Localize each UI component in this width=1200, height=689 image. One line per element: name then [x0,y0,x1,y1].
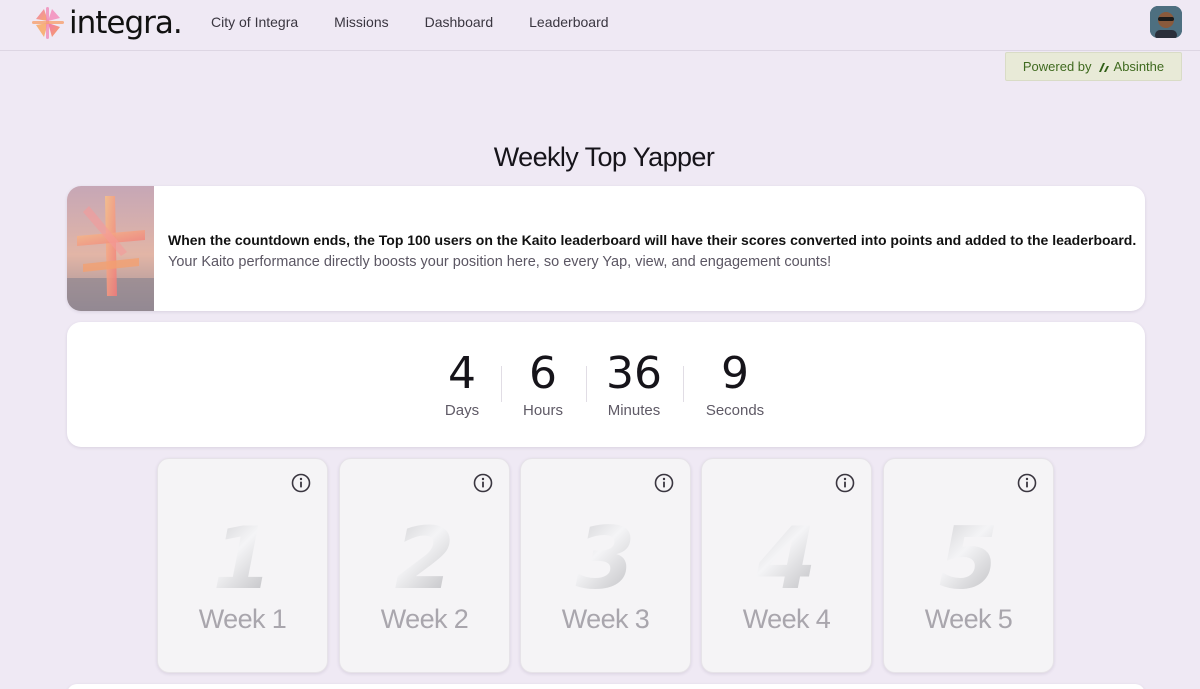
week-card-3[interactable]: 3 Week 3 [520,458,691,673]
page-title: Weekly Top Yapper [493,142,715,172]
info-icon[interactable] [1017,473,1037,493]
week-card-1[interactable]: 1 Week 1 [157,458,328,673]
week-number: 2 [340,509,509,609]
info-banner: When the countdown ends, the Top 100 use… [67,186,1145,311]
logo[interactable]: integra. [30,3,183,43]
absinthe-logo-icon [1098,62,1109,72]
nav-link-missions[interactable]: Missions [334,14,388,30]
banner-image [67,186,154,311]
countdown-days: 4 Days [437,348,487,419]
countdown-hours-value: 6 [529,348,557,399]
top-nav: integra. City of Integra Missions Dashbo… [0,0,1200,51]
week-label: Week 3 [561,604,650,634]
week-label: Week 4 [742,604,831,634]
next-section-card [67,684,1145,689]
powered-brand-label: Absinthe [1113,59,1165,74]
countdown-seconds: 9 Seconds [695,348,775,419]
week-number: 4 [702,509,871,609]
logo-text: integra. [69,5,183,41]
countdown-minutes-value: 36 [606,348,662,399]
countdown-days-label: Days [444,402,480,419]
powered-brand: Absinthe [1097,59,1165,74]
nav-link-leaderboard[interactable]: Leaderboard [529,14,608,30]
nav-link-city[interactable]: City of Integra [211,14,298,30]
week-card-2[interactable]: 2 Week 2 [339,458,510,673]
week-label: Week 5 [924,604,1013,634]
countdown-seconds-value: 9 [721,348,749,399]
nav-link-dashboard[interactable]: Dashboard [425,14,494,30]
countdown-hours-label: Hours [522,402,563,419]
banner-line2: Your Kaito performance directly boosts y… [168,254,832,270]
countdown-hours: 6 Hours [513,348,573,419]
week-card-4[interactable]: 4 Week 4 [701,458,872,673]
info-icon[interactable] [835,473,855,493]
countdown-card: 4 Days 6 Hours 36 Minutes 9 Seconds [67,322,1145,447]
avatar-icon [1150,6,1182,38]
week-card-5[interactable]: 5 Week 5 [883,458,1054,673]
info-icon[interactable] [473,473,493,493]
powered-prefix: Powered by [1022,59,1092,74]
week-label: Week 2 [380,604,469,634]
user-avatar[interactable] [1150,6,1182,38]
countdown-seconds-label: Seconds [705,402,765,419]
banner-line1: When the countdown ends, the Top 100 use… [168,232,1137,248]
info-icon[interactable] [654,473,674,493]
powered-by-badge[interactable]: Powered by Absinthe [1005,52,1182,81]
week-label: Week 1 [198,604,287,634]
nav-links: City of Integra Missions Dashboard Leade… [211,14,645,30]
countdown-minutes-label: Minutes [607,402,661,419]
banner-text: When the countdown ends, the Top 100 use… [168,231,1138,272]
countdown-divider [586,366,587,402]
countdown-days-value: 4 [448,348,476,399]
countdown-divider [501,366,502,402]
week-number: 5 [884,509,1053,609]
week-number: 1 [158,509,327,609]
countdown-minutes: 36 Minutes [597,348,671,419]
integra-logo-icon [32,7,64,39]
week-number: 3 [521,509,690,609]
countdown-divider [683,366,684,402]
info-icon[interactable] [291,473,311,493]
